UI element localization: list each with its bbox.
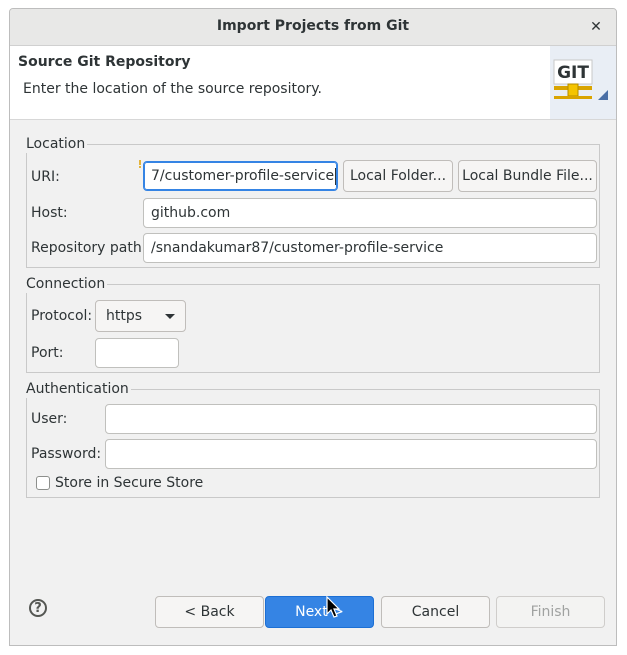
authentication-legend: Authentication — [26, 380, 131, 398]
protocol-select-value: https — [106, 308, 143, 324]
uri-input-value: 7/customer-profile-service — [151, 168, 335, 184]
finish-button: Finish — [496, 596, 605, 628]
location-legend: Location — [26, 135, 88, 153]
user-label: User: — [31, 411, 68, 427]
page-title: Source Git Repository — [18, 54, 191, 70]
protocol-select[interactable]: https — [95, 300, 186, 332]
git-logo-icon: GIT — [550, 46, 616, 119]
text-caret — [335, 167, 337, 185]
local-bundle-file-button[interactable]: Local Bundle File... — [458, 160, 597, 192]
chevron-down-icon — [165, 314, 175, 319]
import-dialog: Import Projects from Git ✕ Source Git Re… — [9, 8, 617, 646]
uri-label: URI: — [31, 169, 60, 185]
git-logo-text: GIT — [557, 63, 589, 83]
repository-path-label: Repository path: — [31, 240, 147, 256]
wizard-header: Source Git Repository Enter the location… — [10, 46, 616, 120]
page-description: Enter the location of the source reposit… — [23, 81, 323, 97]
local-folder-button[interactable]: Local Folder... — [343, 160, 453, 192]
user-input[interactable] — [105, 404, 597, 434]
host-input[interactable]: github.com — [143, 198, 597, 228]
protocol-label: Protocol: — [31, 308, 93, 324]
help-icon[interactable]: ? — [29, 599, 47, 617]
port-input[interactable] — [95, 338, 179, 368]
back-button[interactable]: < Back — [155, 596, 264, 628]
close-icon[interactable]: ✕ — [584, 15, 608, 39]
password-label: Password: — [31, 446, 102, 462]
title-bar: Import Projects from Git ✕ — [10, 9, 616, 46]
store-secure-checkbox[interactable] — [36, 476, 50, 490]
window-title: Import Projects from Git — [216, 18, 410, 34]
next-button[interactable]: Next > — [265, 596, 374, 628]
mouse-pointer-icon — [326, 596, 341, 618]
uri-input[interactable]: 7/customer-profile-service — [143, 161, 338, 191]
connection-legend: Connection — [26, 275, 108, 293]
host-label: Host: — [31, 205, 68, 221]
port-label: Port: — [31, 345, 64, 361]
repository-path-input[interactable]: /snandakumar87/customer-profile-service — [143, 233, 597, 263]
cancel-button[interactable]: Cancel — [381, 596, 490, 628]
password-input[interactable] — [105, 439, 597, 469]
store-secure-label[interactable]: Store in Secure Store — [55, 474, 203, 492]
